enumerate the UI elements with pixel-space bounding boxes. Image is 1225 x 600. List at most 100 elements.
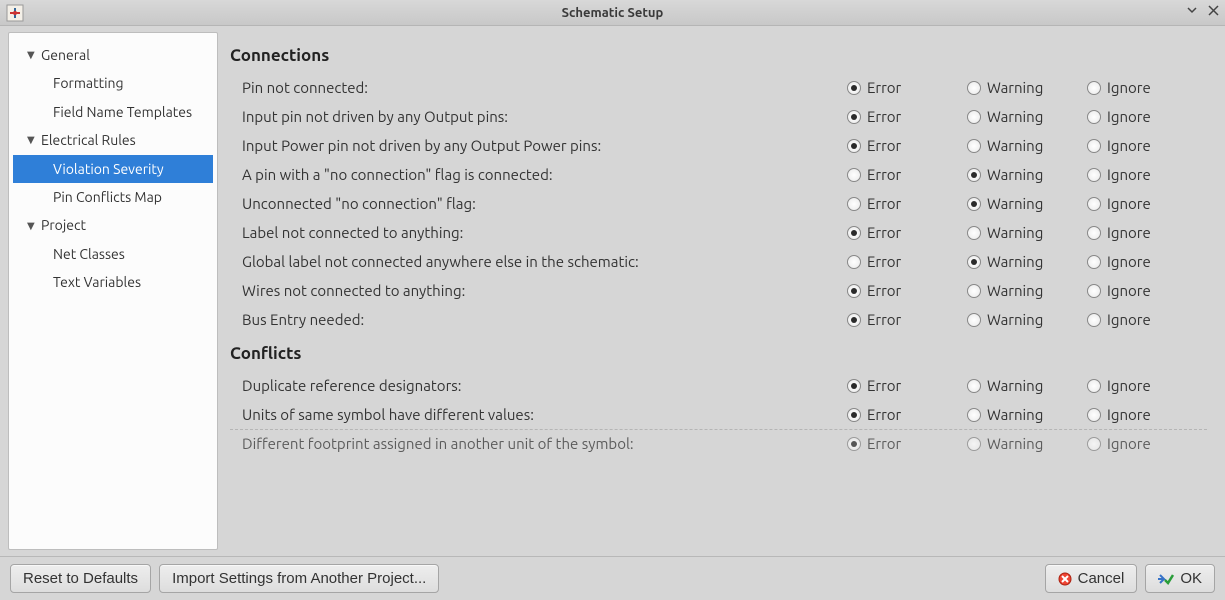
- radio-ignore[interactable]: Ignore: [1087, 108, 1207, 125]
- radio-ignore[interactable]: Ignore: [1087, 224, 1207, 241]
- severity-radio-group: ErrorWarning Ignore: [847, 377, 1207, 394]
- radio-label: Ignore: [1107, 377, 1151, 394]
- radio-ignore[interactable]: Ignore: [1087, 79, 1207, 96]
- radio-circle-icon: [847, 379, 861, 393]
- close-icon[interactable]: [1208, 5, 1219, 20]
- tree-item-project[interactable]: ▼Project: [13, 211, 213, 239]
- rule-label: Label not connected to anything:: [242, 224, 847, 241]
- radio-circle-icon: [847, 226, 861, 240]
- radio-label: Error: [867, 108, 901, 125]
- radio-ignore[interactable]: Ignore: [1087, 137, 1207, 154]
- chevron-down-icon: ▼: [27, 132, 41, 148]
- radio-ignore[interactable]: Ignore: [1087, 195, 1207, 212]
- radio-warning[interactable]: Warning: [967, 282, 1087, 299]
- tree-item-label: Electrical Rules: [41, 129, 136, 151]
- tree-item-label: Violation Severity: [53, 158, 164, 180]
- radio-circle-icon: [847, 197, 861, 211]
- radio-error[interactable]: Error: [847, 79, 967, 96]
- severity-radio-group: ErrorWarning Ignore: [847, 195, 1207, 212]
- tree-item-pin-conflicts-map[interactable]: Pin Conflicts Map: [13, 183, 213, 211]
- radio-error[interactable]: Error: [847, 406, 967, 423]
- radio-circle-icon: [847, 284, 861, 298]
- rules-scroll[interactable]: ConnectionsPin not connected:ErrorWarnin…: [226, 32, 1217, 550]
- radio-label: Ignore: [1107, 435, 1151, 452]
- tree-item-net-classes[interactable]: Net Classes: [13, 240, 213, 268]
- minimize-icon[interactable]: [1186, 5, 1198, 20]
- tree-item-label: Net Classes: [53, 243, 125, 265]
- bottom-bar: Reset to Defaults Import Settings from A…: [0, 556, 1225, 600]
- radio-warning[interactable]: Warning: [967, 253, 1087, 270]
- radio-warning[interactable]: Warning: [967, 377, 1087, 394]
- tree-item-electrical-rules[interactable]: ▼Electrical Rules: [13, 126, 213, 154]
- radio-error[interactable]: Error: [847, 166, 967, 183]
- radio-ignore[interactable]: Ignore: [1087, 377, 1207, 394]
- radio-ignore[interactable]: Ignore: [1087, 253, 1207, 270]
- radio-error[interactable]: Error: [847, 253, 967, 270]
- rule-row: Duplicate reference designators:ErrorWar…: [230, 371, 1207, 400]
- radio-label: Ignore: [1107, 311, 1151, 328]
- rule-label: Different footprint assigned in another …: [242, 435, 847, 452]
- ok-button[interactable]: OK: [1145, 564, 1215, 593]
- radio-label: Ignore: [1107, 282, 1151, 299]
- radio-warning[interactable]: Warning: [967, 406, 1087, 423]
- radio-warning[interactable]: Warning: [967, 79, 1087, 96]
- radio-error[interactable]: Error: [847, 137, 967, 154]
- tree-item-label: General: [41, 44, 90, 66]
- rule-label: Bus Entry needed:: [242, 311, 847, 328]
- rule-row: Bus Entry needed:ErrorWarning Ignore: [230, 305, 1207, 334]
- radio-warning[interactable]: Warning: [967, 166, 1087, 183]
- radio-error[interactable]: Error: [847, 377, 967, 394]
- radio-warning[interactable]: Warning: [967, 311, 1087, 328]
- radio-label: Ignore: [1107, 195, 1151, 212]
- radio-label: Error: [867, 224, 901, 241]
- tree-item-general[interactable]: ▼General: [13, 41, 213, 69]
- radio-error[interactable]: Error: [847, 435, 967, 452]
- radio-circle-icon: [847, 255, 861, 269]
- ok-label: OK: [1180, 570, 1202, 587]
- radio-warning[interactable]: Warning: [967, 108, 1087, 125]
- radio-label: Warning: [987, 435, 1043, 452]
- radio-ignore[interactable]: Ignore: [1087, 282, 1207, 299]
- tree-item-text-variables[interactable]: Text Variables: [13, 268, 213, 296]
- radio-circle-icon: [967, 110, 981, 124]
- radio-circle-icon: [1087, 168, 1101, 182]
- import-settings-button[interactable]: Import Settings from Another Project...: [159, 564, 439, 593]
- rule-row: Different footprint assigned in another …: [230, 429, 1207, 455]
- radio-error[interactable]: Error: [847, 108, 967, 125]
- section-title: Connections: [230, 36, 1207, 73]
- rule-row: Label not connected to anything: Error War…: [230, 218, 1207, 247]
- radio-ignore[interactable]: Ignore: [1087, 311, 1207, 328]
- cancel-icon: [1058, 572, 1072, 586]
- settings-tree[interactable]: ▼GeneralFormattingField Name Templates▼E…: [8, 32, 218, 550]
- radio-warning[interactable]: Warning: [967, 195, 1087, 212]
- radio-error[interactable]: Error: [847, 224, 967, 241]
- radio-circle-icon: [967, 284, 981, 298]
- rule-label: Pin not connected:: [242, 79, 847, 96]
- radio-ignore[interactable]: Ignore: [1087, 435, 1207, 452]
- radio-circle-icon: [967, 313, 981, 327]
- radio-warning[interactable]: Warning: [967, 435, 1087, 452]
- radio-error[interactable]: Error: [847, 282, 967, 299]
- radio-label: Ignore: [1107, 108, 1151, 125]
- cancel-button[interactable]: Cancel: [1045, 564, 1138, 593]
- radio-circle-icon: [847, 437, 861, 451]
- radio-circle-icon: [967, 139, 981, 153]
- radio-warning[interactable]: Warning: [967, 137, 1087, 154]
- radio-ignore[interactable]: Ignore: [1087, 406, 1207, 423]
- radio-label: Ignore: [1107, 224, 1151, 241]
- radio-circle-icon: [967, 408, 981, 422]
- radio-error[interactable]: Error: [847, 195, 967, 212]
- tree-item-violation-severity[interactable]: Violation Severity: [13, 155, 213, 183]
- severity-radio-group: ErrorWarningIgnore: [847, 137, 1207, 154]
- chevron-down-icon: ▼: [27, 218, 41, 234]
- reset-defaults-button[interactable]: Reset to Defaults: [10, 564, 151, 593]
- section-title: Conflicts: [230, 334, 1207, 371]
- radio-ignore[interactable]: Ignore: [1087, 166, 1207, 183]
- tree-item-formatting[interactable]: Formatting: [13, 69, 213, 97]
- rule-row: Wires not connected to anything:ErrorWar…: [230, 276, 1207, 305]
- radio-circle-icon: [1087, 437, 1101, 451]
- tree-item-field-name-templates[interactable]: Field Name Templates: [13, 98, 213, 126]
- severity-radio-group: ErrorWarningIgnore: [847, 166, 1207, 183]
- radio-warning[interactable]: Warning: [967, 224, 1087, 241]
- radio-error[interactable]: Error: [847, 311, 967, 328]
